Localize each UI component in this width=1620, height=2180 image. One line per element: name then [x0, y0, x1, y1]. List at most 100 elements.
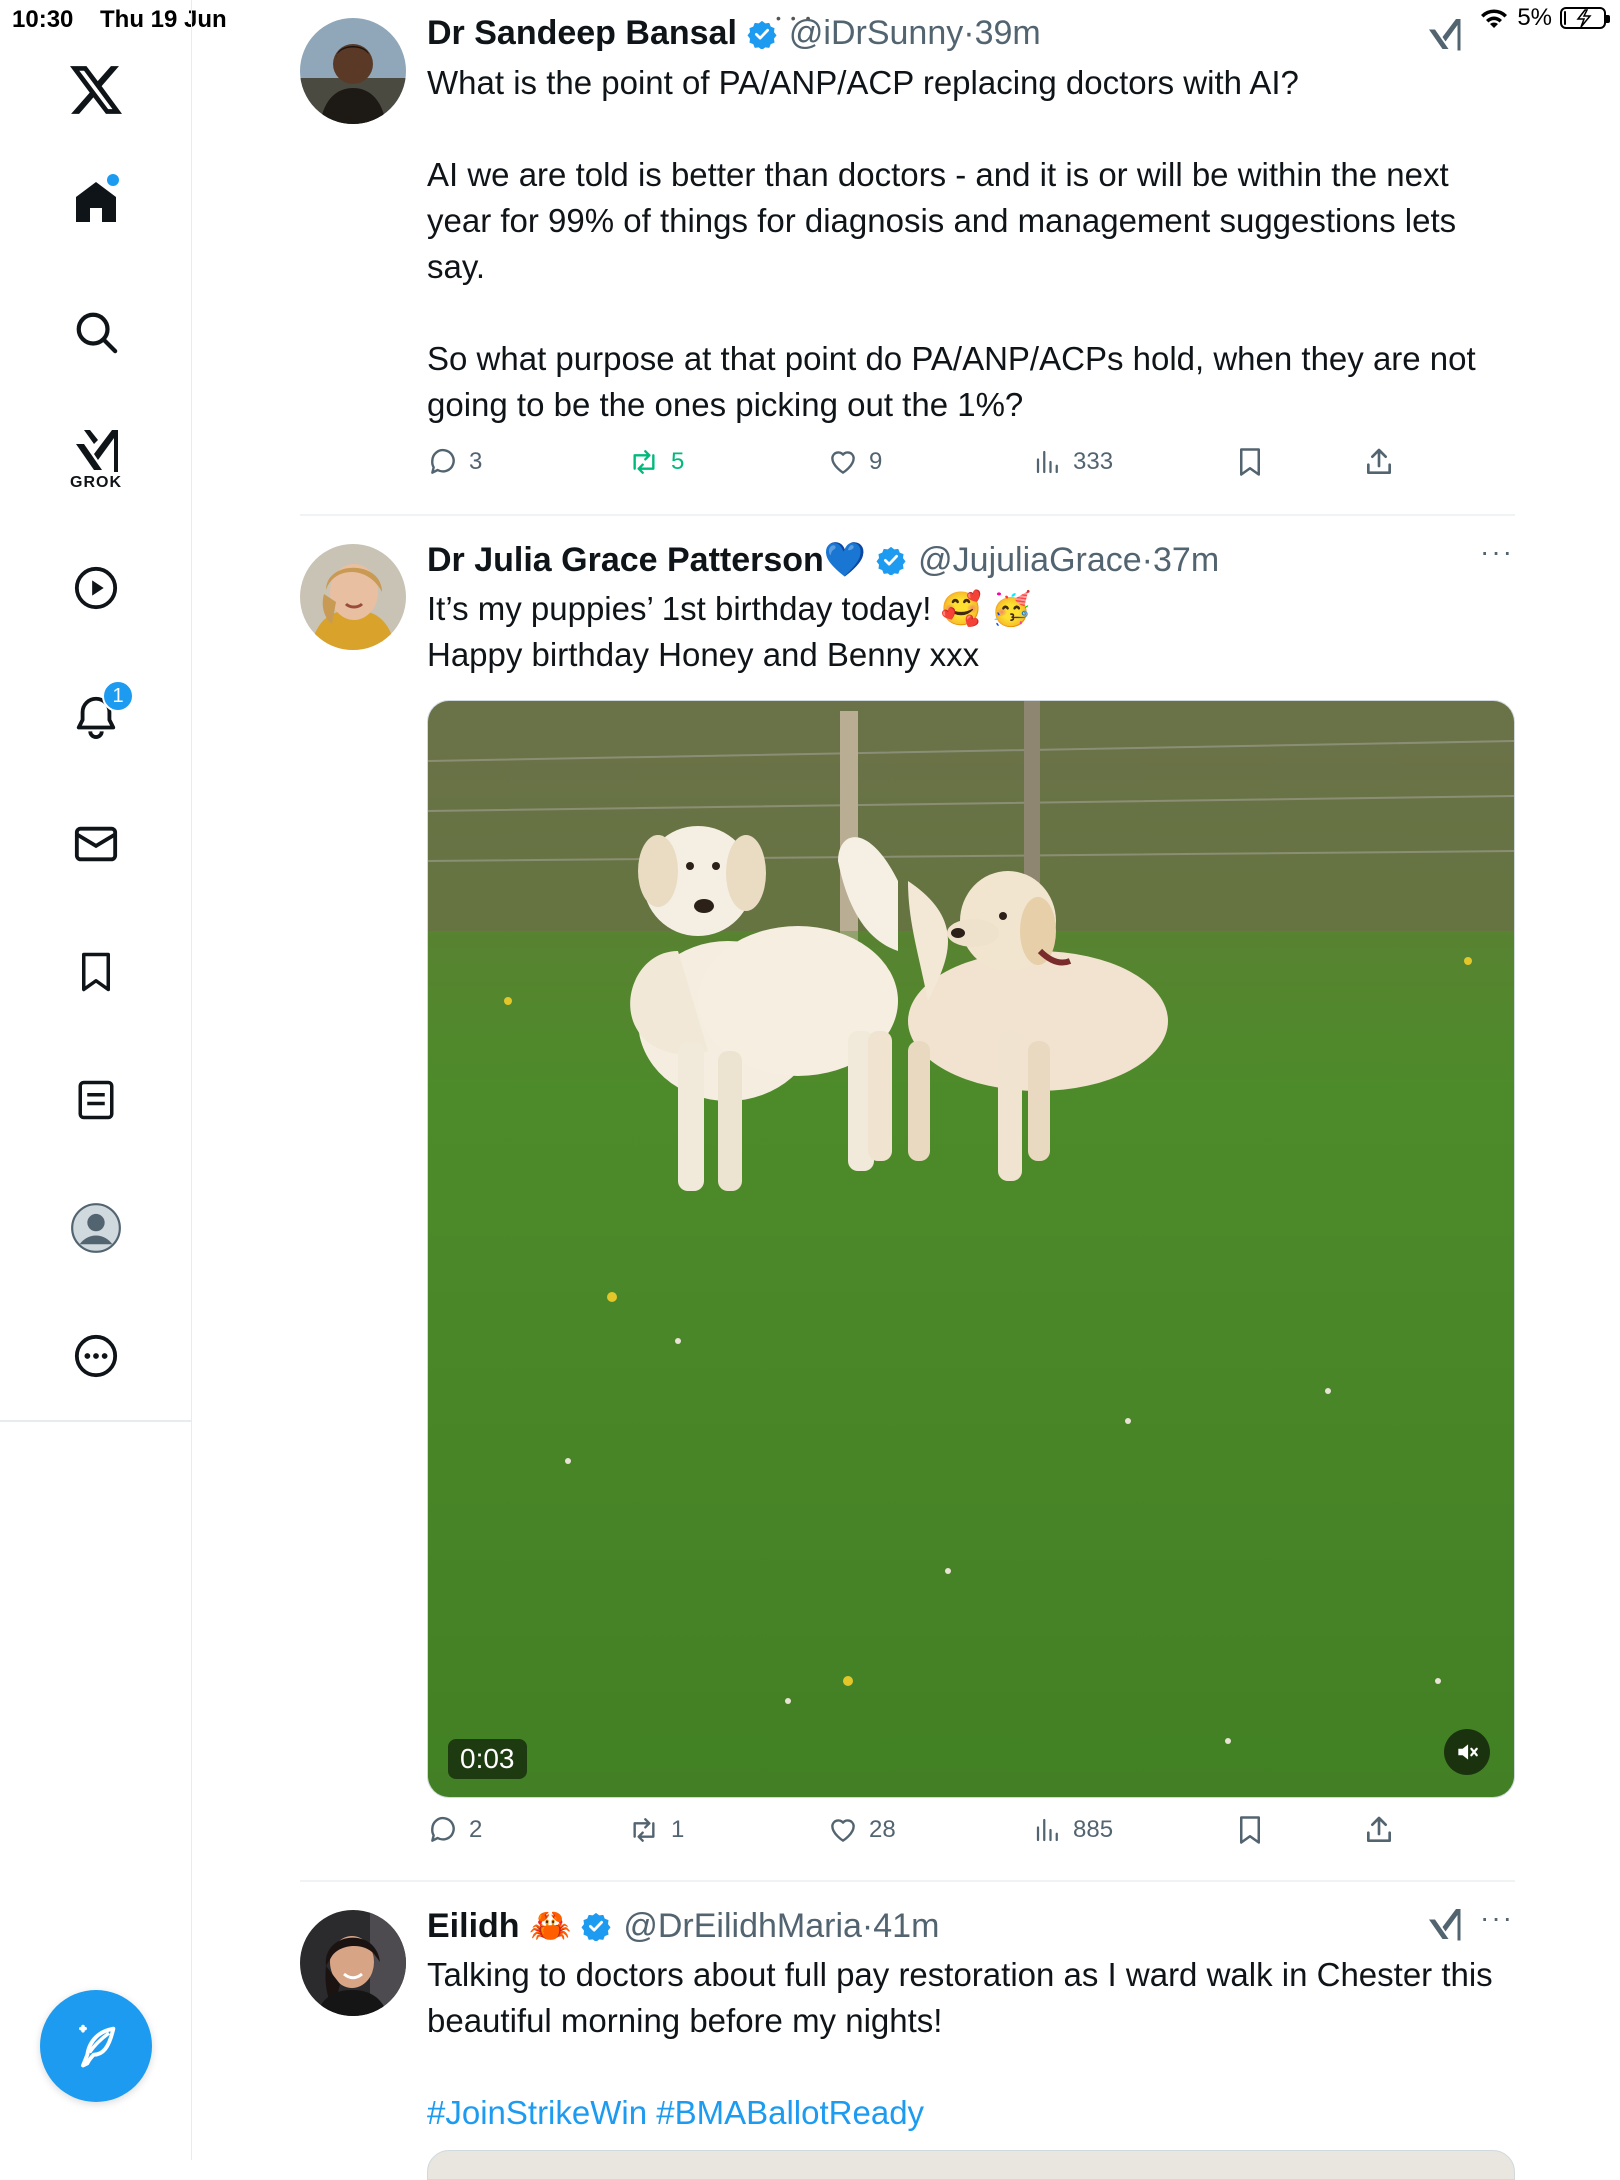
share-icon: [1367, 1816, 1391, 1842]
timestamp[interactable]: 37m: [1153, 541, 1219, 580]
more-options-icon[interactable]: ···: [1480, 1902, 1514, 1934]
timestamp[interactable]: 39m: [975, 14, 1041, 53]
nav-more[interactable]: [56, 1316, 136, 1396]
bookmark-button[interactable]: [1235, 446, 1265, 478]
nav-grok[interactable]: GROK: [56, 410, 136, 510]
compose-feather-icon: [79, 2024, 116, 2068]
more-options-icon[interactable]: ···: [1480, 536, 1514, 568]
bookmark-button[interactable]: [1235, 1814, 1265, 1846]
grok-explain-icon[interactable]: [1426, 1906, 1462, 1942]
play-circle-icon: [74, 566, 118, 610]
tweet-header: Dr Sandeep Bansal @iDrSunny · 39m: [427, 14, 1041, 53]
tweet-text: It’s my puppies’ 1st birthday today! 🥰 🥳…: [427, 590, 1032, 673]
tweet-header: Eilidh 🦀 @DrEilidhMaria · 41m: [427, 1906, 939, 1946]
share-button[interactable]: [1363, 1814, 1395, 1846]
mute-button[interactable]: [1444, 1729, 1490, 1775]
search-icon: [76, 312, 118, 354]
sidebar: GROK 1: [0, 0, 192, 2160]
nav-bookmarks[interactable]: [56, 932, 136, 1012]
view-count: 333: [1073, 448, 1114, 475]
author-name[interactable]: Dr Sandeep Bansal: [427, 14, 737, 53]
nav-notifications[interactable]: 1: [56, 676, 136, 756]
video-duration: 0:03: [448, 1739, 527, 1779]
tweet-divider: [300, 1880, 1515, 1882]
tweet[interactable]: Dr Sandeep Bansal @iDrSunny · 39m What i…: [300, 0, 1515, 520]
heart-icon: [831, 1819, 855, 1842]
author-handle[interactable]: @DrEilidhMaria: [623, 1907, 862, 1946]
author-name[interactable]: Dr Julia Grace Patterson💙: [427, 540, 866, 580]
views-button[interactable]: 885: [1033, 1814, 1113, 1846]
bookmark-icon: [1240, 1816, 1260, 1844]
reply-count: 3: [469, 448, 483, 475]
nav-video[interactable]: [56, 548, 136, 628]
tweet[interactable]: Dr Julia Grace Patterson💙 @JujuliaGrace …: [300, 520, 1515, 1880]
video-frame-dogs: [428, 701, 1514, 1797]
speaker-muted-icon: [1458, 1744, 1478, 1760]
author-handle[interactable]: @iDrSunny: [789, 14, 963, 53]
tweet-body: Talking to doctors about full pay restor…: [427, 1956, 1502, 2039]
heart-icon: [831, 451, 855, 474]
separator-dot: ·: [963, 14, 975, 52]
views-chart-icon: [1036, 1818, 1058, 1842]
repost-icon: [633, 1818, 655, 1842]
views-button[interactable]: 333: [1033, 446, 1113, 478]
video-player[interactable]: 0:03: [427, 700, 1515, 1798]
repost-button[interactable]: 5: [627, 446, 684, 478]
media-preview-edge[interactable]: [427, 2150, 1515, 2180]
views-chart-icon: [1036, 450, 1058, 474]
like-button[interactable]: 9: [827, 446, 882, 478]
notifications-badge: 1: [102, 680, 134, 712]
nav-lists[interactable]: [56, 1060, 136, 1140]
verified-badge-icon: [747, 20, 777, 49]
bookmark-icon: [1240, 448, 1260, 476]
like-button[interactable]: 28: [827, 1814, 896, 1846]
avatar[interactable]: [300, 18, 406, 124]
x-logo-button[interactable]: [56, 50, 136, 130]
tweet-text: What is the point of PA/ANP/ACP replacin…: [427, 64, 1476, 423]
repost-icon: [633, 450, 655, 474]
nav-explore[interactable]: [56, 292, 136, 372]
reply-button[interactable]: 2: [427, 1814, 482, 1846]
battery-percent: 5%: [1517, 4, 1552, 31]
grok-label: GROK: [70, 474, 122, 491]
avatar[interactable]: [300, 544, 406, 650]
reply-count: 2: [469, 1816, 483, 1843]
timestamp[interactable]: 41m: [873, 1907, 939, 1946]
x-logo-icon: [70, 66, 122, 114]
tweet-actions: 2 1 28 885: [427, 1814, 1427, 1854]
verified-badge-icon: [876, 546, 906, 575]
view-count: 885: [1073, 1816, 1114, 1843]
more-circle-icon: [74, 1334, 118, 1378]
share-button[interactable]: [1363, 446, 1395, 478]
repost-button[interactable]: 1: [627, 1814, 684, 1846]
tweet[interactable]: Eilidh 🦀 @DrEilidhMaria · 41m ··· Talkin…: [300, 1886, 1515, 2160]
avatar[interactable]: [300, 1910, 406, 2016]
profile-avatar-icon: [71, 1203, 121, 1253]
tweet-divider: [300, 514, 1515, 516]
tweet-text: Talking to doctors about full pay restor…: [427, 1952, 1497, 2136]
nav-home[interactable]: [56, 162, 136, 242]
nav-profile[interactable]: [56, 1188, 136, 1268]
mail-icon: [74, 826, 118, 862]
repost-count: 1: [671, 1816, 685, 1843]
tweet-header: Dr Julia Grace Patterson💙 @JujuliaGrace …: [427, 540, 1219, 580]
grok-explain-icon[interactable]: [1426, 16, 1462, 52]
bookmark-icon: [82, 952, 110, 992]
home-new-dot: [107, 174, 119, 186]
author-handle[interactable]: @JujuliaGrace: [918, 541, 1142, 580]
verified-badge-icon: [581, 1912, 611, 1941]
reply-icon: [431, 1816, 455, 1842]
repost-count: 5: [671, 448, 685, 475]
reply-icon: [431, 448, 455, 474]
like-count: 9: [869, 448, 883, 475]
share-icon: [1367, 448, 1391, 474]
hashtags-link[interactable]: #JoinStrikeWin #BMABallotReady: [427, 2094, 924, 2131]
sidebar-divider: [0, 1420, 192, 1422]
list-icon: [78, 1080, 114, 1120]
compose-button[interactable]: [40, 1990, 152, 2102]
reply-button[interactable]: 3: [427, 446, 482, 478]
nav-messages[interactable]: [56, 804, 136, 884]
author-name[interactable]: Eilidh 🦀: [427, 1906, 571, 1946]
grok-icon: [76, 430, 118, 472]
battery-icon: [1560, 7, 1610, 29]
